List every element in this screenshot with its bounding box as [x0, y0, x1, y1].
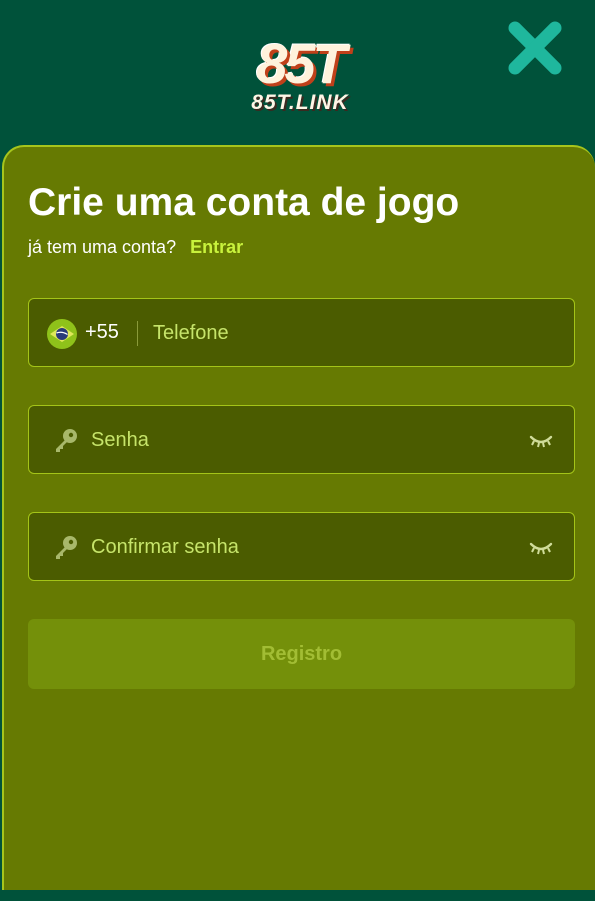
- logo-sub-text: 85T.LINK: [251, 91, 349, 114]
- password-input[interactable]: Senha: [91, 429, 149, 452]
- page-title: Crie uma conta de jogo: [28, 181, 460, 224]
- divider: [137, 321, 138, 346]
- eye-closed-icon[interactable]: [529, 433, 553, 449]
- key-icon: [56, 429, 77, 452]
- confirm-password-field[interactable]: Confirmar senha: [28, 512, 575, 581]
- have-account-text: já tem uma conta?: [28, 237, 177, 257]
- brazil-flag-icon: [47, 319, 77, 349]
- logo-main-text: 85T: [256, 32, 347, 95]
- close-button[interactable]: [505, 18, 565, 78]
- dial-code[interactable]: +55: [85, 321, 119, 344]
- have-account-line: já tem uma conta? Entrar: [28, 237, 243, 258]
- close-icon: [508, 21, 562, 75]
- header: 85T 85T.LINK: [0, 0, 595, 145]
- confirm-password-input[interactable]: Confirmar senha: [91, 536, 239, 559]
- logo: 85T 85T.LINK: [230, 36, 370, 116]
- login-link[interactable]: Entrar: [190, 237, 243, 257]
- phone-field[interactable]: +55 Telefone: [28, 298, 575, 367]
- eye-closed-icon[interactable]: [529, 540, 553, 556]
- password-field[interactable]: Senha: [28, 405, 575, 474]
- bottom-bar: [0, 890, 595, 901]
- register-panel: Crie uma conta de jogo já tem uma conta?…: [2, 145, 595, 890]
- register-button[interactable]: Registro: [28, 619, 575, 689]
- phone-input[interactable]: Telefone: [153, 322, 229, 345]
- key-icon: [56, 536, 77, 559]
